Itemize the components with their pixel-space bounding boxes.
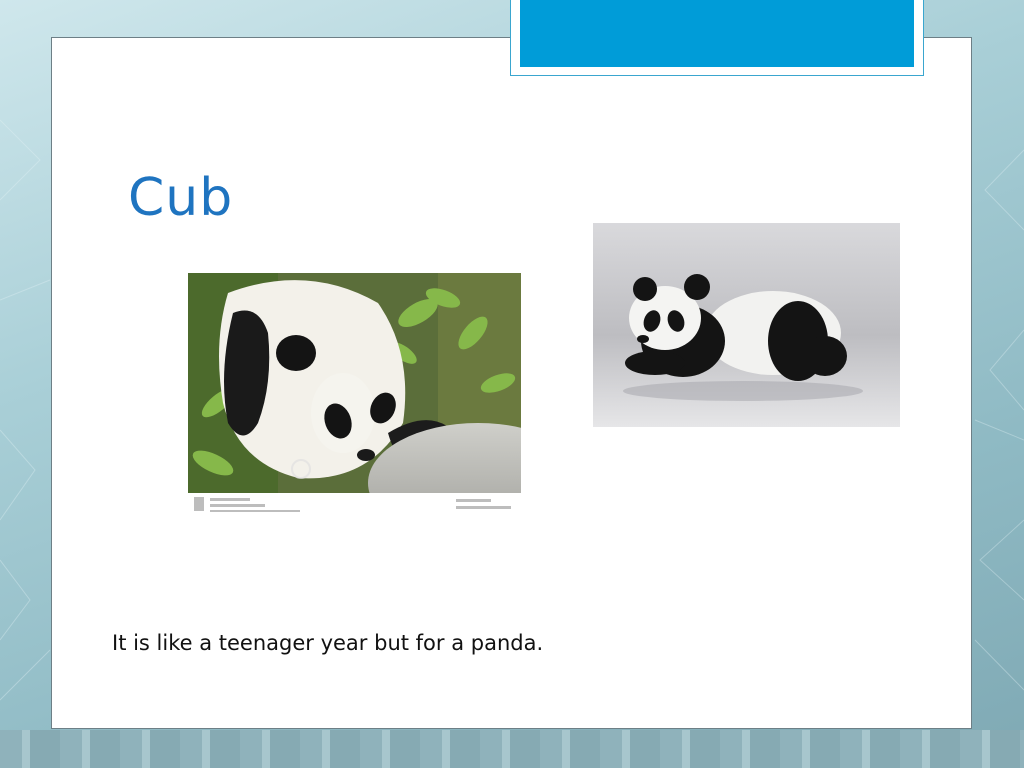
background-band	[0, 730, 1024, 768]
slide-title: Cub	[128, 168, 234, 228]
panda-toy-photo	[593, 223, 900, 427]
slide-body-text: It is like a teenager year but for a pan…	[112, 631, 544, 655]
panda-cub-photo	[188, 273, 521, 517]
accent-tab	[520, 0, 914, 67]
